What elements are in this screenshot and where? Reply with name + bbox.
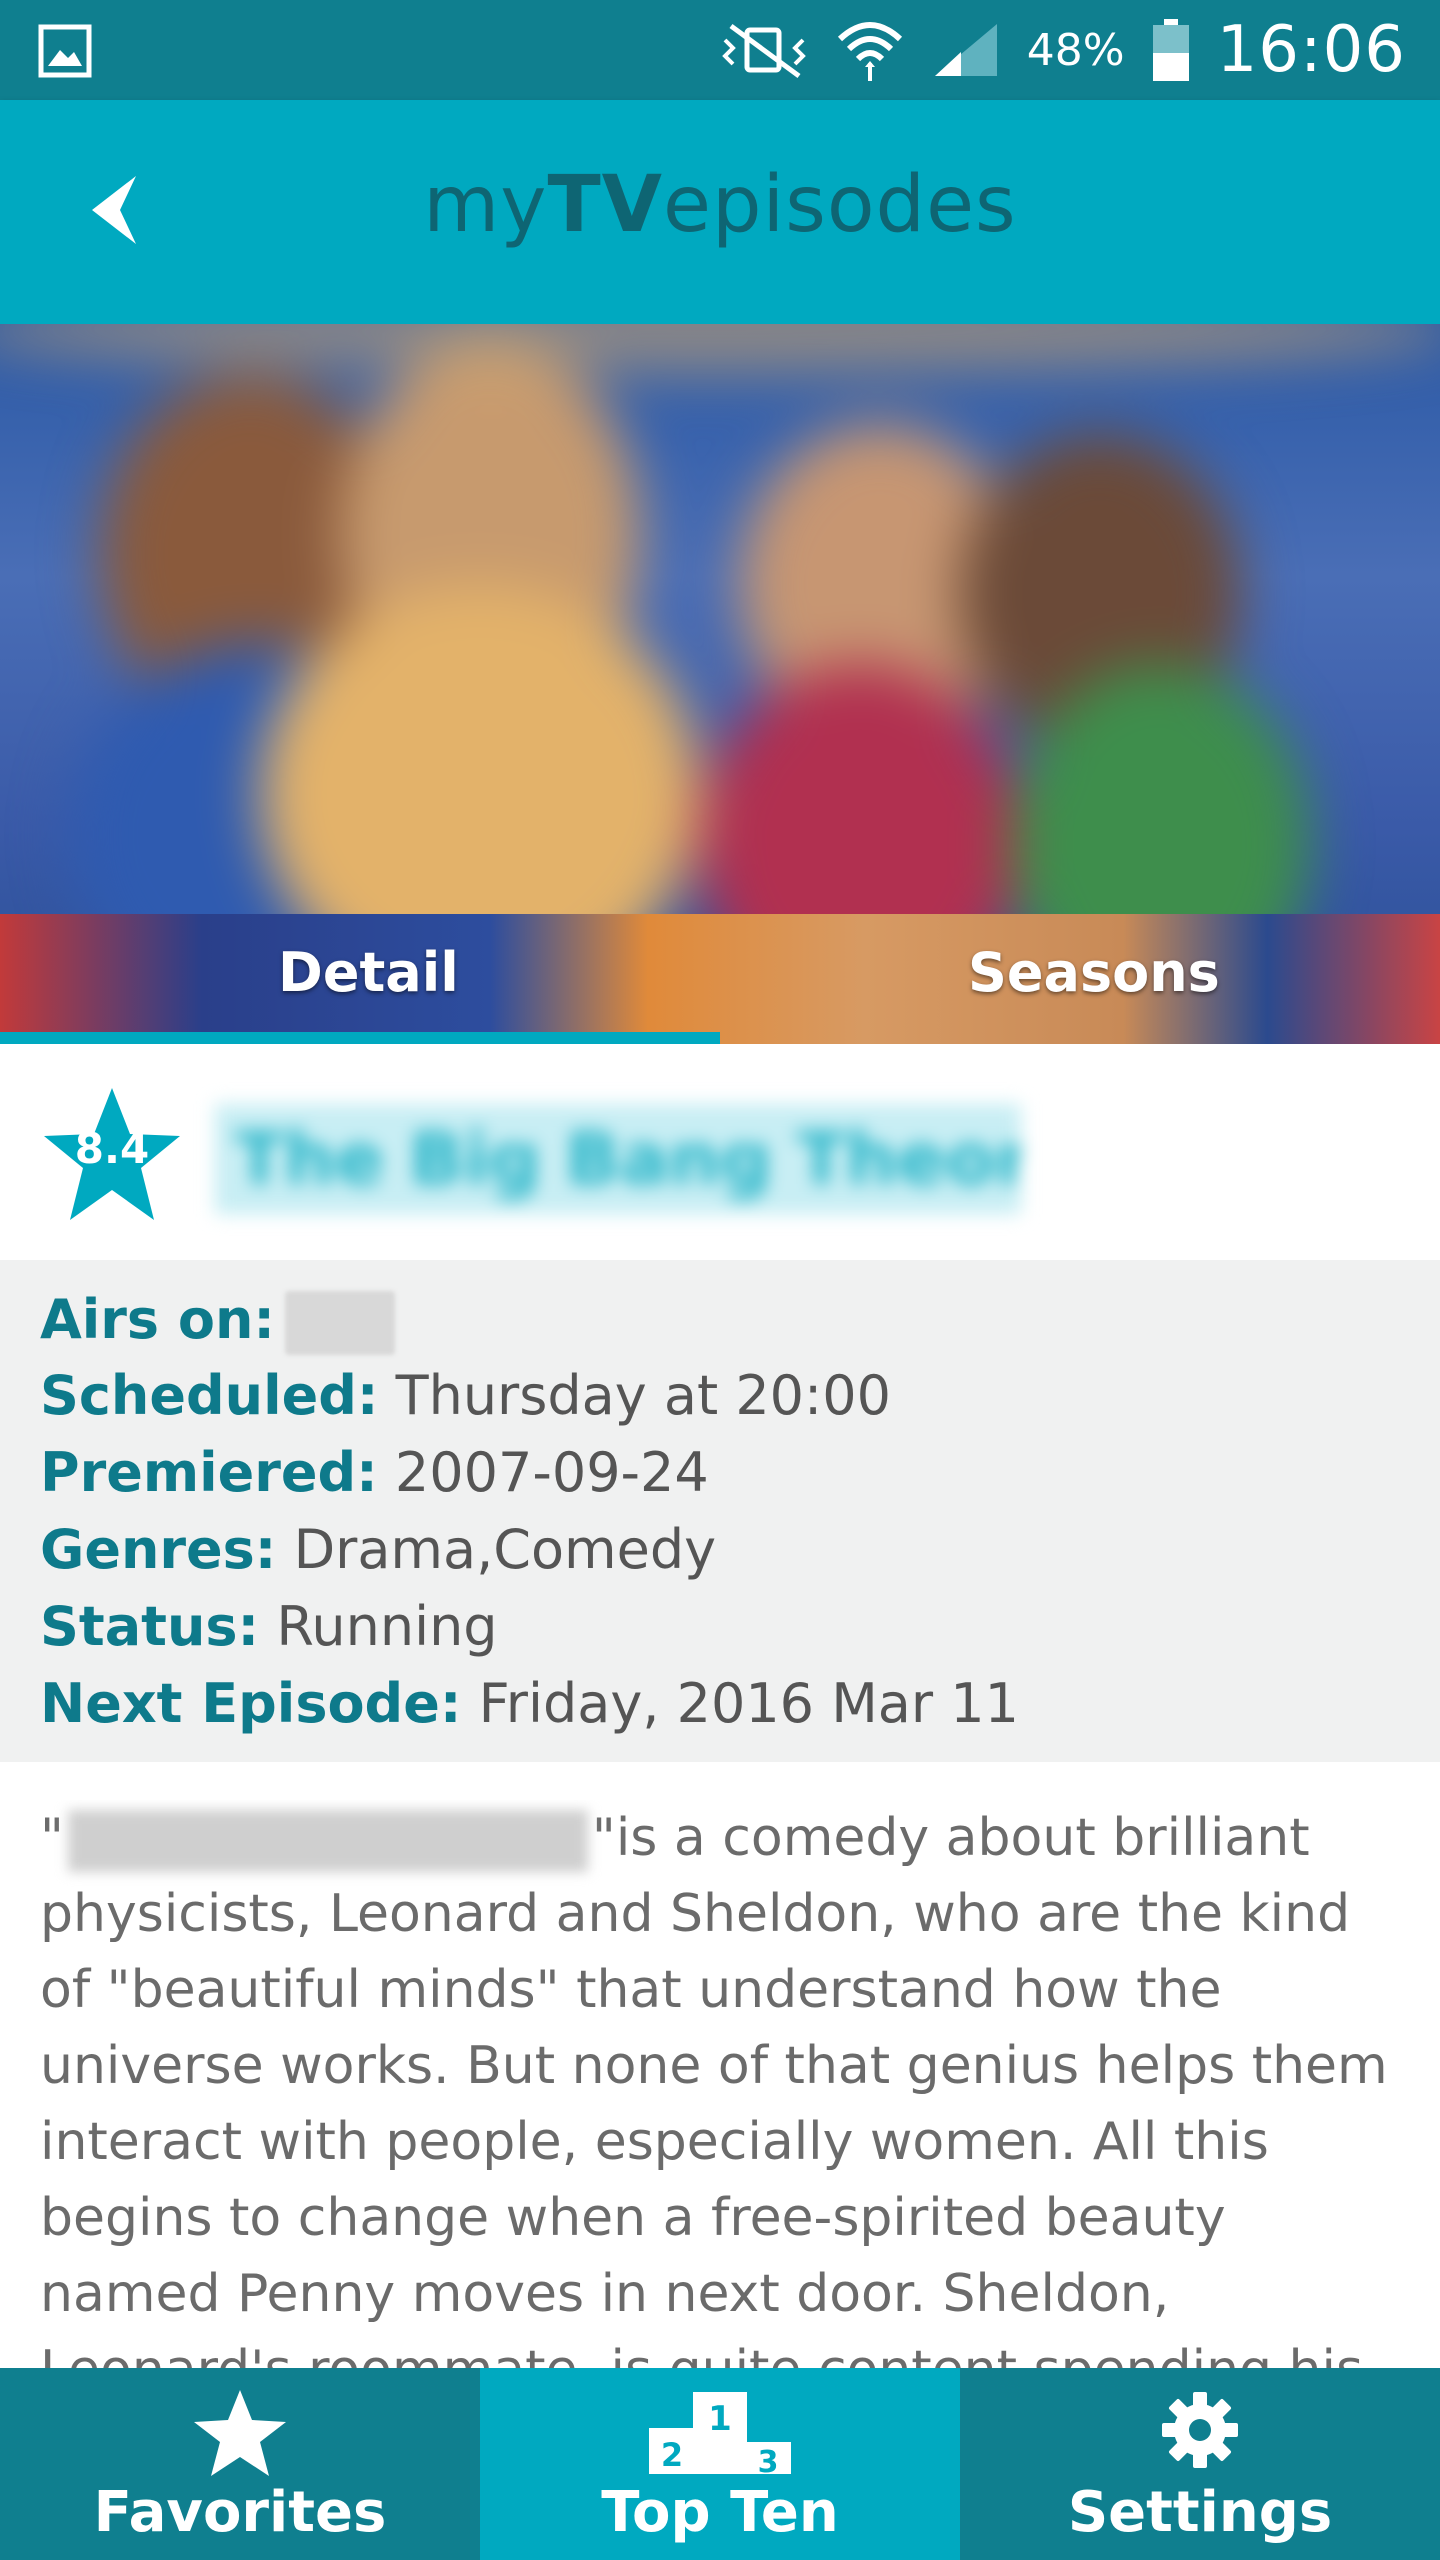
gear-icon (1162, 2392, 1238, 2468)
show-description: " "is a comedy about brilliant physicists… (40, 1800, 1410, 2370)
status-bar: 48% 16:06 (0, 0, 1440, 100)
genres-row: Genres: Drama,Comedy (40, 1518, 716, 1581)
tab-seasons[interactable]: Seasons (720, 914, 1440, 1030)
status-label: Status: (40, 1595, 260, 1658)
premiered-row: Premiered: 2007-09-24 (40, 1441, 709, 1504)
svg-text:3: 3 (758, 2445, 779, 2474)
signal-icon (934, 24, 997, 76)
genres-value: Drama,Comedy (293, 1518, 717, 1581)
airs-on-row: Airs on: (40, 1288, 396, 1356)
next-episode-row: Next Episode: Friday, 2016 Mar 11 (40, 1672, 1019, 1735)
gallery-notification-icon (38, 24, 92, 78)
nav-top-ten[interactable]: 1 2 3 Top Ten (480, 2368, 960, 2560)
airs-on-value (285, 1291, 396, 1356)
show-title: The Big Bang Theory (215, 1104, 1021, 1214)
svg-text:2: 2 (661, 2436, 683, 2474)
description-title-redacted (67, 1810, 588, 1872)
status-row: Status: Running (40, 1595, 498, 1658)
premiered-label: Premiered: (40, 1441, 378, 1504)
nav-top-ten-label: Top Ten (601, 2480, 839, 2545)
nav-favorites[interactable]: Favorites (0, 2368, 480, 2560)
wifi-icon (837, 22, 902, 81)
bottom-navigation: Favorites 1 2 3 Top Ten Settings (0, 2368, 1440, 2560)
battery-percent: 48% (1026, 24, 1125, 76)
show-info-panel: Airs on: Scheduled: Thursday at 20:00 Pr… (0, 1260, 1440, 1762)
next-episode-label: Next Episode: (40, 1672, 462, 1735)
podium-icon: 1 2 3 (649, 2392, 791, 2474)
premiered-value: 2007-09-24 (394, 1441, 709, 1504)
battery-icon (1152, 19, 1189, 81)
status-value: Running (276, 1595, 498, 1658)
svg-text:1: 1 (708, 2399, 732, 2439)
scheduled-row: Scheduled: Thursday at 20:00 (40, 1364, 891, 1427)
nav-settings[interactable]: Settings (960, 2368, 1440, 2560)
clock: 16:06 (1216, 13, 1406, 87)
nav-settings-label: Settings (1067, 2480, 1333, 2545)
genres-label: Genres: (40, 1518, 277, 1581)
detail-tabs: Detail Seasons (0, 914, 1440, 1044)
scheduled-value: Thursday at 20:00 (395, 1364, 891, 1427)
description-text: is a comedy about brilliant physicists, … (40, 1808, 1388, 2370)
vibrate-mute-icon (721, 23, 806, 79)
tab-detail[interactable]: Detail (0, 914, 720, 1030)
show-title-row: 8.4 The Big Bang Theory (0, 1044, 1440, 1260)
app-bar: myTVepisodes (0, 100, 1440, 324)
app-title: myTVepisodes (423, 160, 1017, 250)
next-episode-value: Friday, 2016 Mar 11 (478, 1672, 1019, 1735)
active-tab-indicator (0, 1032, 720, 1044)
airs-on-label: Airs on: (40, 1288, 276, 1351)
nav-favorites-label: Favorites (93, 2480, 387, 2545)
scheduled-label: Scheduled: (40, 1364, 379, 1427)
star-icon (194, 2390, 286, 2476)
rating-value: 8.4 (74, 1124, 150, 1173)
